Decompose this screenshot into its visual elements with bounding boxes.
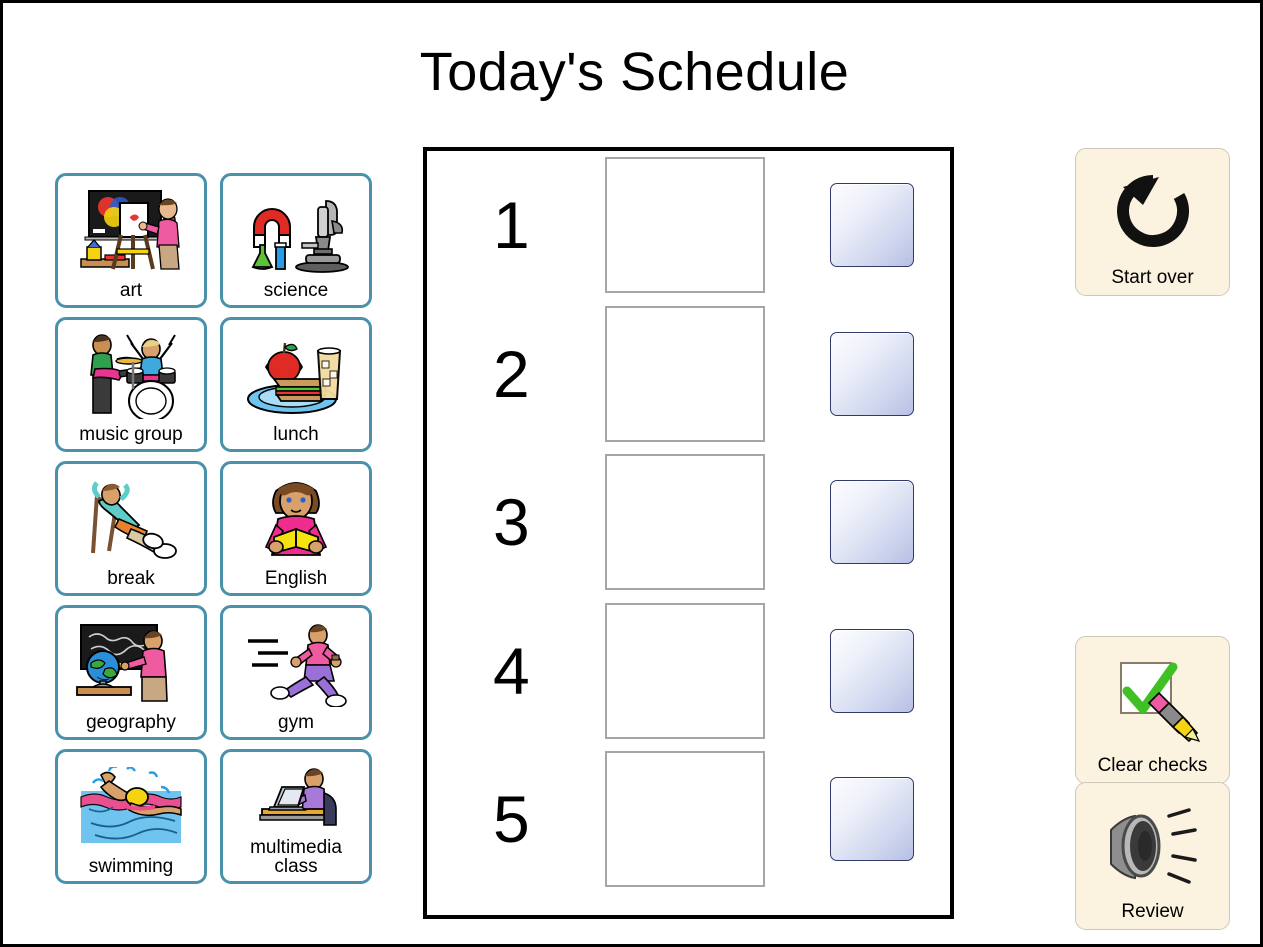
clear-checks-button[interactable]: Clear checks (1075, 636, 1230, 784)
row-number: 5 (493, 782, 530, 857)
activity-card-grid: art science music group lunch break Engl… (55, 173, 375, 884)
page-title: Today's Schedule (419, 42, 850, 102)
person-running-icon (226, 613, 366, 713)
row-number: 1 (493, 188, 530, 263)
schedule-drop-slot[interactable] (605, 157, 765, 294)
schedule-app: Today's Schedule art science music group… (0, 0, 1263, 947)
start-over-button[interactable]: Start over (1075, 148, 1230, 296)
activity-card-label: swimming (88, 856, 174, 878)
person-relaxing-chair-icon (61, 469, 201, 569)
review-label: Review (1121, 901, 1184, 922)
activity-card-swimming[interactable]: swimming (55, 749, 207, 884)
circular-refresh-arrow-icon (1107, 157, 1199, 267)
person-swimming-icon (61, 757, 201, 857)
schedule-row: 2 (427, 300, 950, 449)
activity-card-geography[interactable]: geography (55, 605, 207, 740)
activity-card-lunch[interactable]: lunch (220, 317, 372, 452)
activity-card-english[interactable]: English (220, 461, 372, 596)
activity-card-label: multimedia class (250, 836, 342, 878)
microscope-magnet-icon (226, 181, 366, 281)
activity-card-label: science (263, 280, 329, 302)
schedule-check-box[interactable] (830, 480, 914, 565)
person-reading-book-icon (226, 469, 366, 569)
review-button[interactable]: Review (1075, 782, 1230, 930)
checkmark-eraser-pencil-icon (1105, 645, 1201, 755)
schedule-drop-slot[interactable] (605, 454, 765, 591)
person-laptop-icon (226, 757, 366, 838)
schedule-check-box[interactable] (830, 331, 914, 416)
schedule-drop-slot[interactable] (605, 602, 765, 739)
row-number: 3 (493, 485, 530, 560)
schedule-row: 5 (427, 745, 950, 894)
schedule-panel: 1 2 3 4 5 (423, 147, 954, 919)
activity-card-break[interactable]: break (55, 461, 207, 596)
schedule-row: 3 (427, 448, 950, 597)
clear-checks-label: Clear checks (1097, 755, 1208, 776)
activity-card-label: break (107, 568, 155, 590)
activity-card-multimedia-class[interactable]: multimedia class (220, 749, 372, 884)
start-over-label: Start over (1111, 267, 1194, 288)
schedule-row: 4 (427, 597, 950, 746)
loudspeaker-sound-icon (1101, 791, 1205, 901)
schedule-drop-slot[interactable] (605, 751, 765, 888)
activity-card-label: gym (278, 712, 314, 734)
schedule-row: 1 (427, 151, 950, 300)
sandwich-apple-drink-icon (226, 325, 366, 425)
schedule-check-box[interactable] (830, 183, 914, 268)
activity-card-music-group[interactable]: music group (55, 317, 207, 452)
activity-card-gym[interactable]: gym (220, 605, 372, 740)
schedule-check-box[interactable] (830, 628, 914, 713)
globe-world-map-icon (61, 613, 201, 713)
activity-card-label: music group (79, 424, 183, 446)
art-easel-icon (61, 181, 201, 281)
activity-card-label: lunch (273, 424, 319, 446)
activity-card-label: art (119, 280, 143, 302)
activity-card-art[interactable]: art (55, 173, 207, 308)
schedule-check-box[interactable] (830, 777, 914, 862)
row-number: 2 (493, 336, 530, 411)
schedule-drop-slot[interactable] (605, 305, 765, 442)
row-number: 4 (493, 633, 530, 708)
band-drums-guitar-icon (61, 325, 201, 425)
activity-card-label: English (264, 568, 328, 590)
activity-card-label: geography (86, 712, 176, 734)
activity-card-science[interactable]: science (220, 173, 372, 308)
